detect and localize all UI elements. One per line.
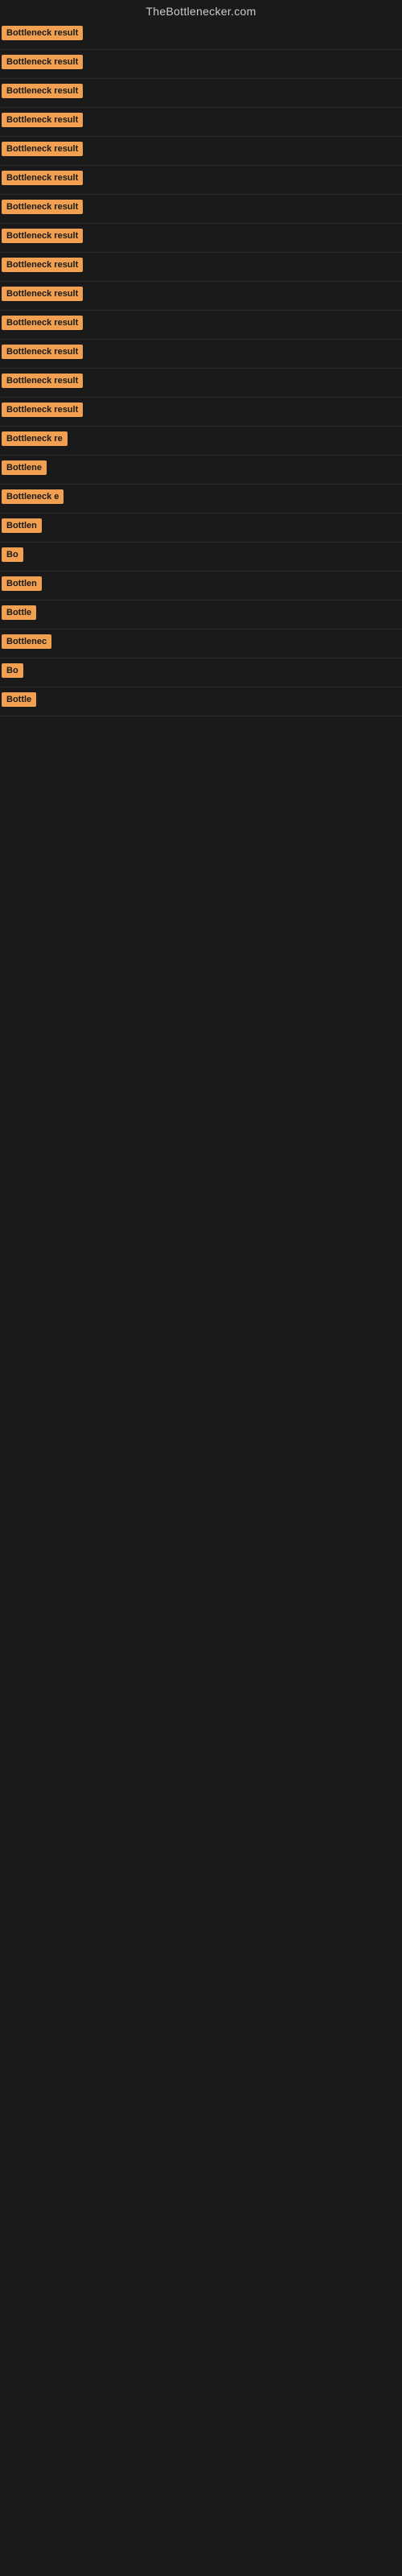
list-item[interactable]: Bottleneck result — [0, 137, 402, 166]
bottleneck-badge[interactable]: Bottleneck re — [2, 431, 68, 446]
bottleneck-badge[interactable]: Bottleneck result — [2, 374, 83, 388]
list-item[interactable]: Bottleneck result — [0, 21, 402, 50]
bottleneck-badge[interactable]: Bottleneck result — [2, 287, 83, 301]
bottleneck-badge[interactable]: Bottleneck result — [2, 258, 83, 272]
list-item[interactable]: Bottleneck result — [0, 79, 402, 108]
list-item[interactable]: Bottleneck result — [0, 108, 402, 137]
list-item[interactable]: Bo — [0, 658, 402, 687]
bottleneck-badge[interactable]: Bottlen — [2, 518, 42, 533]
bottleneck-badge[interactable]: Bottleneck result — [2, 84, 83, 98]
bottleneck-badge[interactable]: Bo — [2, 663, 23, 678]
bottleneck-badge[interactable]: Bottleneck result — [2, 55, 83, 69]
list-item[interactable]: Bottleneck re — [0, 427, 402, 456]
bottleneck-badge[interactable]: Bottleneck result — [2, 171, 83, 185]
bottleneck-list: Bottleneck result Bottleneck result Bottle… — [0, 21, 402, 716]
list-item[interactable]: Bottleneck result — [0, 224, 402, 253]
bottleneck-badge[interactable]: Bottle — [2, 692, 36, 707]
bottleneck-badge[interactable]: Bottleneck result — [2, 345, 83, 359]
list-item[interactable]: Bottlene — [0, 456, 402, 485]
bottleneck-badge[interactable]: Bottlene — [2, 460, 47, 475]
bottleneck-badge[interactable]: Bottleneck result — [2, 229, 83, 243]
list-item[interactable]: Bottleneck result — [0, 311, 402, 340]
list-item[interactable]: Bottleneck result — [0, 253, 402, 282]
list-item[interactable]: Bottleneck e — [0, 485, 402, 514]
bottleneck-badge[interactable]: Bottle — [2, 605, 36, 620]
site-title: TheBottlenecker.com — [0, 0, 402, 21]
list-item[interactable]: Bottleneck result — [0, 369, 402, 398]
list-item[interactable]: Bottlenec — [0, 630, 402, 658]
site-header: TheBottlenecker.com — [0, 0, 402, 21]
list-item[interactable]: Bottleneck result — [0, 166, 402, 195]
bottleneck-badge[interactable]: Bottleneck result — [2, 26, 83, 40]
bottleneck-badge[interactable]: Bottleneck result — [2, 316, 83, 330]
bottleneck-badge[interactable]: Bottleneck result — [2, 200, 83, 214]
list-item[interactable]: Bottlen — [0, 514, 402, 543]
list-item[interactable]: Bottle — [0, 687, 402, 716]
list-item[interactable]: Bottle — [0, 601, 402, 630]
list-item[interactable]: Bottlen — [0, 572, 402, 601]
list-item[interactable]: Bottleneck result — [0, 50, 402, 79]
bottleneck-badge[interactable]: Bottleneck e — [2, 489, 64, 504]
list-item[interactable]: Bottleneck result — [0, 282, 402, 311]
bottleneck-badge[interactable]: Bottleneck result — [2, 142, 83, 156]
list-item[interactable]: Bottleneck result — [0, 195, 402, 224]
bottleneck-badge[interactable]: Bottlen — [2, 576, 42, 591]
bottleneck-badge[interactable]: Bottleneck result — [2, 113, 83, 127]
bottleneck-badge[interactable]: Bottlenec — [2, 634, 51, 649]
list-item[interactable]: Bo — [0, 543, 402, 572]
bottleneck-badge[interactable]: Bo — [2, 547, 23, 562]
list-item[interactable]: Bottleneck result — [0, 340, 402, 369]
list-item[interactable]: Bottleneck result — [0, 398, 402, 427]
bottleneck-badge[interactable]: Bottleneck result — [2, 402, 83, 417]
